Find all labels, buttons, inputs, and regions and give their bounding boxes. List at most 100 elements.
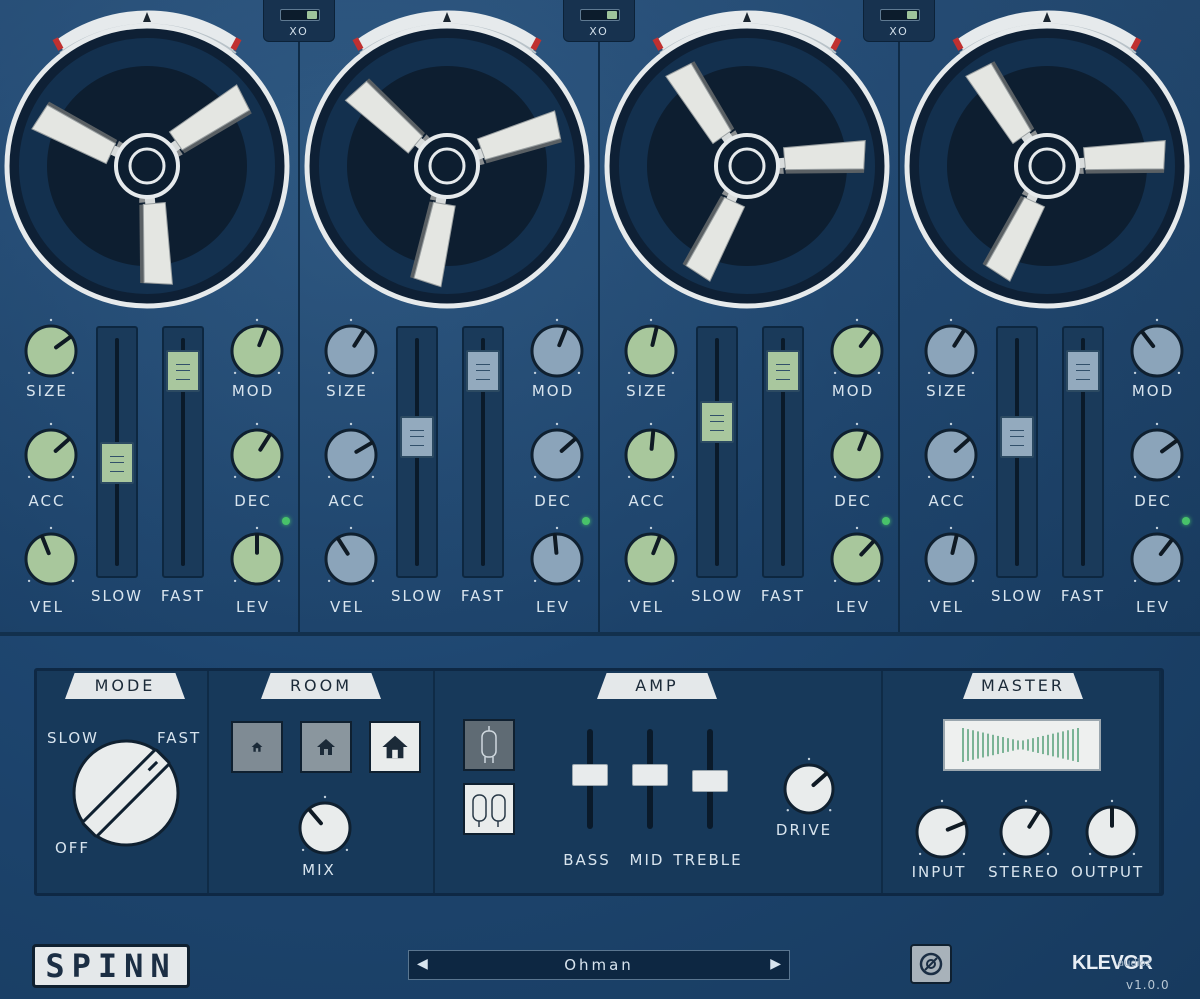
mid-slider-handle[interactable] bbox=[632, 764, 668, 787]
slow-label: SLOW bbox=[691, 587, 743, 605]
lev-label: LEV bbox=[235, 598, 271, 616]
fast-fader-handle[interactable] bbox=[1066, 349, 1100, 392]
vel-knob[interactable] bbox=[618, 526, 684, 592]
slow-fader[interactable] bbox=[96, 326, 138, 578]
stereo-knob[interactable] bbox=[993, 799, 1059, 865]
vel-knob[interactable] bbox=[18, 526, 84, 592]
bass-slider-handle[interactable] bbox=[572, 764, 608, 787]
mode-selector-knob[interactable] bbox=[71, 737, 181, 847]
acc-knob[interactable] bbox=[918, 422, 984, 488]
fast-label: FAST bbox=[1060, 587, 1106, 605]
fast-fader-handle[interactable] bbox=[166, 349, 200, 392]
next-preset-arrow[interactable]: ▶ bbox=[770, 956, 781, 972]
vel-knob-group: VEL bbox=[18, 526, 88, 616]
fast-fader[interactable] bbox=[462, 326, 504, 578]
lev-knob[interactable] bbox=[524, 526, 590, 592]
dec-knob[interactable] bbox=[824, 422, 890, 488]
xo-switch[interactable]: XO bbox=[863, 0, 935, 42]
room-size-button-2[interactable] bbox=[300, 721, 352, 773]
bass-label: BASS bbox=[563, 851, 611, 869]
fast-label: FAST bbox=[460, 587, 506, 605]
slow-fader-handle[interactable] bbox=[100, 441, 134, 484]
mix-knob[interactable] bbox=[292, 795, 358, 861]
fast-label: FAST bbox=[160, 587, 206, 605]
lev-knob[interactable] bbox=[224, 526, 290, 592]
fast-fader-handle[interactable] bbox=[466, 349, 500, 392]
xo-toggle[interactable] bbox=[280, 9, 320, 21]
mid-label: MID bbox=[629, 851, 665, 869]
dual-tube-button[interactable] bbox=[463, 783, 515, 835]
lev-knob[interactable] bbox=[1124, 526, 1190, 592]
room-title: ROOM bbox=[261, 673, 381, 699]
preset-selector[interactable]: ◀ Ohman ▶ bbox=[408, 950, 790, 980]
size-knob[interactable] bbox=[318, 318, 384, 384]
treble-slider-handle[interactable] bbox=[692, 769, 728, 792]
mix-knob-wrap bbox=[292, 795, 358, 865]
fast-fader-handle[interactable] bbox=[766, 349, 800, 392]
fast-fader[interactable] bbox=[1062, 326, 1104, 578]
vel-label: VEL bbox=[29, 598, 65, 616]
size-knob[interactable] bbox=[18, 318, 84, 384]
vel-knob[interactable] bbox=[918, 526, 984, 592]
xo-toggle[interactable] bbox=[880, 9, 920, 21]
input-label: INPUT bbox=[911, 863, 967, 881]
xo-label: XO bbox=[589, 25, 609, 38]
output-knob[interactable] bbox=[1079, 799, 1145, 865]
slow-fader-handle[interactable] bbox=[400, 416, 434, 459]
slow-label: SLOW bbox=[91, 587, 143, 605]
acc-label: ACC bbox=[928, 492, 966, 510]
amp-section: AMP BASS MID TREBLE DRIVE bbox=[435, 671, 883, 893]
vel-label: VEL bbox=[629, 598, 665, 616]
dec-label: DEC bbox=[534, 492, 572, 510]
mod-label: MOD bbox=[231, 382, 275, 400]
bottom-panel: MODE SLOW FAST OFF ROOM MIX AMP BASS MID… bbox=[34, 668, 1164, 896]
dec-knob[interactable] bbox=[224, 422, 290, 488]
rotor-display bbox=[604, 10, 890, 309]
size-knob[interactable] bbox=[618, 318, 684, 384]
size-label: SIZE bbox=[326, 382, 368, 400]
slow-fader-handle[interactable] bbox=[1000, 416, 1034, 459]
acc-knob-group: ACC bbox=[618, 422, 688, 510]
slow-fader[interactable] bbox=[996, 326, 1038, 578]
prev-preset-arrow[interactable]: ◀ bbox=[417, 956, 428, 972]
mod-knob[interactable] bbox=[224, 318, 290, 384]
xo-switch[interactable]: XO bbox=[263, 0, 335, 42]
preset-name[interactable]: Ohman bbox=[449, 956, 749, 974]
channel-4: XO SIZE ACC VEL MOD DEC LEV SLOW FAST bbox=[863, 0, 1200, 632]
room-size-button-3[interactable] bbox=[369, 721, 421, 773]
size-knob[interactable] bbox=[918, 318, 984, 384]
fast-fader[interactable] bbox=[162, 326, 204, 578]
vel-knob[interactable] bbox=[318, 526, 384, 592]
mod-knob-group: MOD bbox=[224, 318, 294, 400]
level-led bbox=[882, 517, 890, 525]
acc-knob[interactable] bbox=[618, 422, 684, 488]
slow-fader-handle[interactable] bbox=[700, 400, 734, 443]
vel-label: VEL bbox=[929, 598, 965, 616]
bypass-button[interactable] bbox=[910, 944, 952, 984]
output-label: OUTPUT bbox=[1071, 863, 1145, 881]
room-size-button-1[interactable] bbox=[231, 721, 283, 773]
single-tube-button[interactable] bbox=[463, 719, 515, 771]
dec-label: DEC bbox=[1134, 492, 1172, 510]
section-divider bbox=[0, 632, 1200, 636]
input-knob[interactable] bbox=[909, 799, 975, 865]
size-label: SIZE bbox=[26, 382, 68, 400]
xo-toggle[interactable] bbox=[580, 9, 620, 21]
mod-knob[interactable] bbox=[824, 318, 890, 384]
slow-fader[interactable] bbox=[396, 326, 438, 578]
mod-knob[interactable] bbox=[524, 318, 590, 384]
mod-knob[interactable] bbox=[1124, 318, 1190, 384]
dec-knob-group: DEC bbox=[824, 422, 894, 510]
slow-fader[interactable] bbox=[696, 326, 738, 578]
vel-label: VEL bbox=[329, 598, 365, 616]
drive-knob[interactable] bbox=[777, 757, 841, 821]
xo-switch[interactable]: XO bbox=[563, 0, 635, 42]
lev-knob[interactable] bbox=[824, 526, 890, 592]
size-knob-group: SIZE bbox=[618, 318, 688, 400]
dec-knob[interactable] bbox=[524, 422, 590, 488]
acc-knob[interactable] bbox=[318, 422, 384, 488]
dec-knob[interactable] bbox=[1124, 422, 1190, 488]
acc-knob[interactable] bbox=[18, 422, 84, 488]
fast-fader[interactable] bbox=[762, 326, 804, 578]
footer-bar: SPINN ◀ Ohman ▶ KLEVGR audioz v1.0.0 bbox=[0, 930, 1200, 999]
